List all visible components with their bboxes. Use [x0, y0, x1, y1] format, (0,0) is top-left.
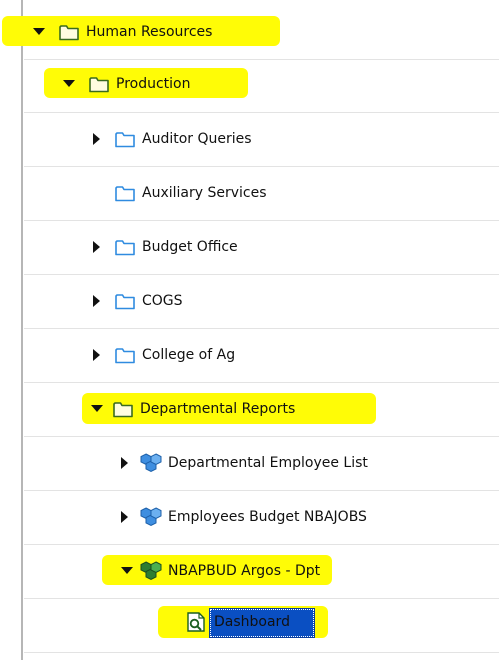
tree-item-auditor-queries[interactable]: Auditor Queries — [90, 125, 252, 153]
chevron-down-icon[interactable] — [62, 77, 76, 91]
folder-icon — [114, 291, 136, 311]
tree-item-cogs[interactable]: COGS — [90, 287, 183, 315]
tree-item-label: Employees Budget NBAJOBS — [168, 509, 367, 525]
tree-item-college-of-ag[interactable]: College of Ag — [90, 341, 235, 369]
tree-item-departmental-reports[interactable]: Departmental Reports — [90, 395, 295, 423]
tree-item-budget-office[interactable]: Budget Office — [90, 233, 238, 261]
tree-item-production[interactable]: Production — [62, 70, 190, 98]
folder-icon — [58, 22, 80, 42]
tree-item-label: College of Ag — [142, 347, 236, 363]
chevron-right-icon[interactable] — [118, 510, 132, 524]
tree-item-employees-budget[interactable]: Employees Budget NBAJOBS — [118, 503, 367, 531]
tree-guide-line — [21, 0, 23, 660]
chevron-right-icon[interactable] — [90, 132, 104, 146]
tree-item-label: Auxiliary Services — [142, 185, 267, 201]
chevron-down-icon[interactable] — [32, 25, 46, 39]
tree-item-label: Departmental Employee List — [168, 455, 368, 471]
chevron-right-icon[interactable] — [90, 294, 104, 308]
datablock-icon — [140, 561, 162, 581]
datablock-icon — [140, 507, 162, 527]
tree-item-label: Dashboard — [214, 614, 290, 630]
folder-icon — [88, 74, 110, 94]
tree-item-auxiliary-services[interactable]: Auxiliary Services — [104, 179, 267, 207]
tree-item-label: Human Resources — [86, 24, 213, 40]
folder-icon — [114, 345, 136, 365]
chevron-right-icon[interactable] — [90, 348, 104, 362]
folder-icon — [114, 237, 136, 257]
folder-icon — [114, 183, 136, 203]
tree-item-label: COGS — [142, 293, 183, 309]
tree-item-dashboard[interactable]: Dashboard — [186, 608, 290, 636]
tree-item-label: Auditor Queries — [142, 131, 252, 147]
datablock-icon — [140, 453, 162, 473]
folder-icon — [114, 129, 136, 149]
chevron-down-icon[interactable] — [90, 402, 104, 416]
folder-icon — [112, 399, 134, 419]
tree-item-label: Departmental Reports — [140, 401, 296, 417]
tree-item-human-resources[interactable]: Human Resources — [32, 18, 212, 46]
tree-item-nbapbud-argos[interactable]: NBAPBUD Argos - Dpt — [120, 557, 320, 585]
chevron-right-icon[interactable] — [90, 240, 104, 254]
tree-item-label: Budget Office — [142, 239, 238, 255]
tree-item-departmental-employee-list[interactable]: Departmental Employee List — [118, 449, 368, 477]
chevron-down-icon[interactable] — [120, 564, 134, 578]
dashboard-report-icon — [186, 612, 206, 632]
tree-item-label: NBAPBUD Argos - Dpt — [168, 563, 321, 579]
chevron-right-icon[interactable] — [118, 456, 132, 470]
tree-item-label: Production — [116, 76, 191, 92]
